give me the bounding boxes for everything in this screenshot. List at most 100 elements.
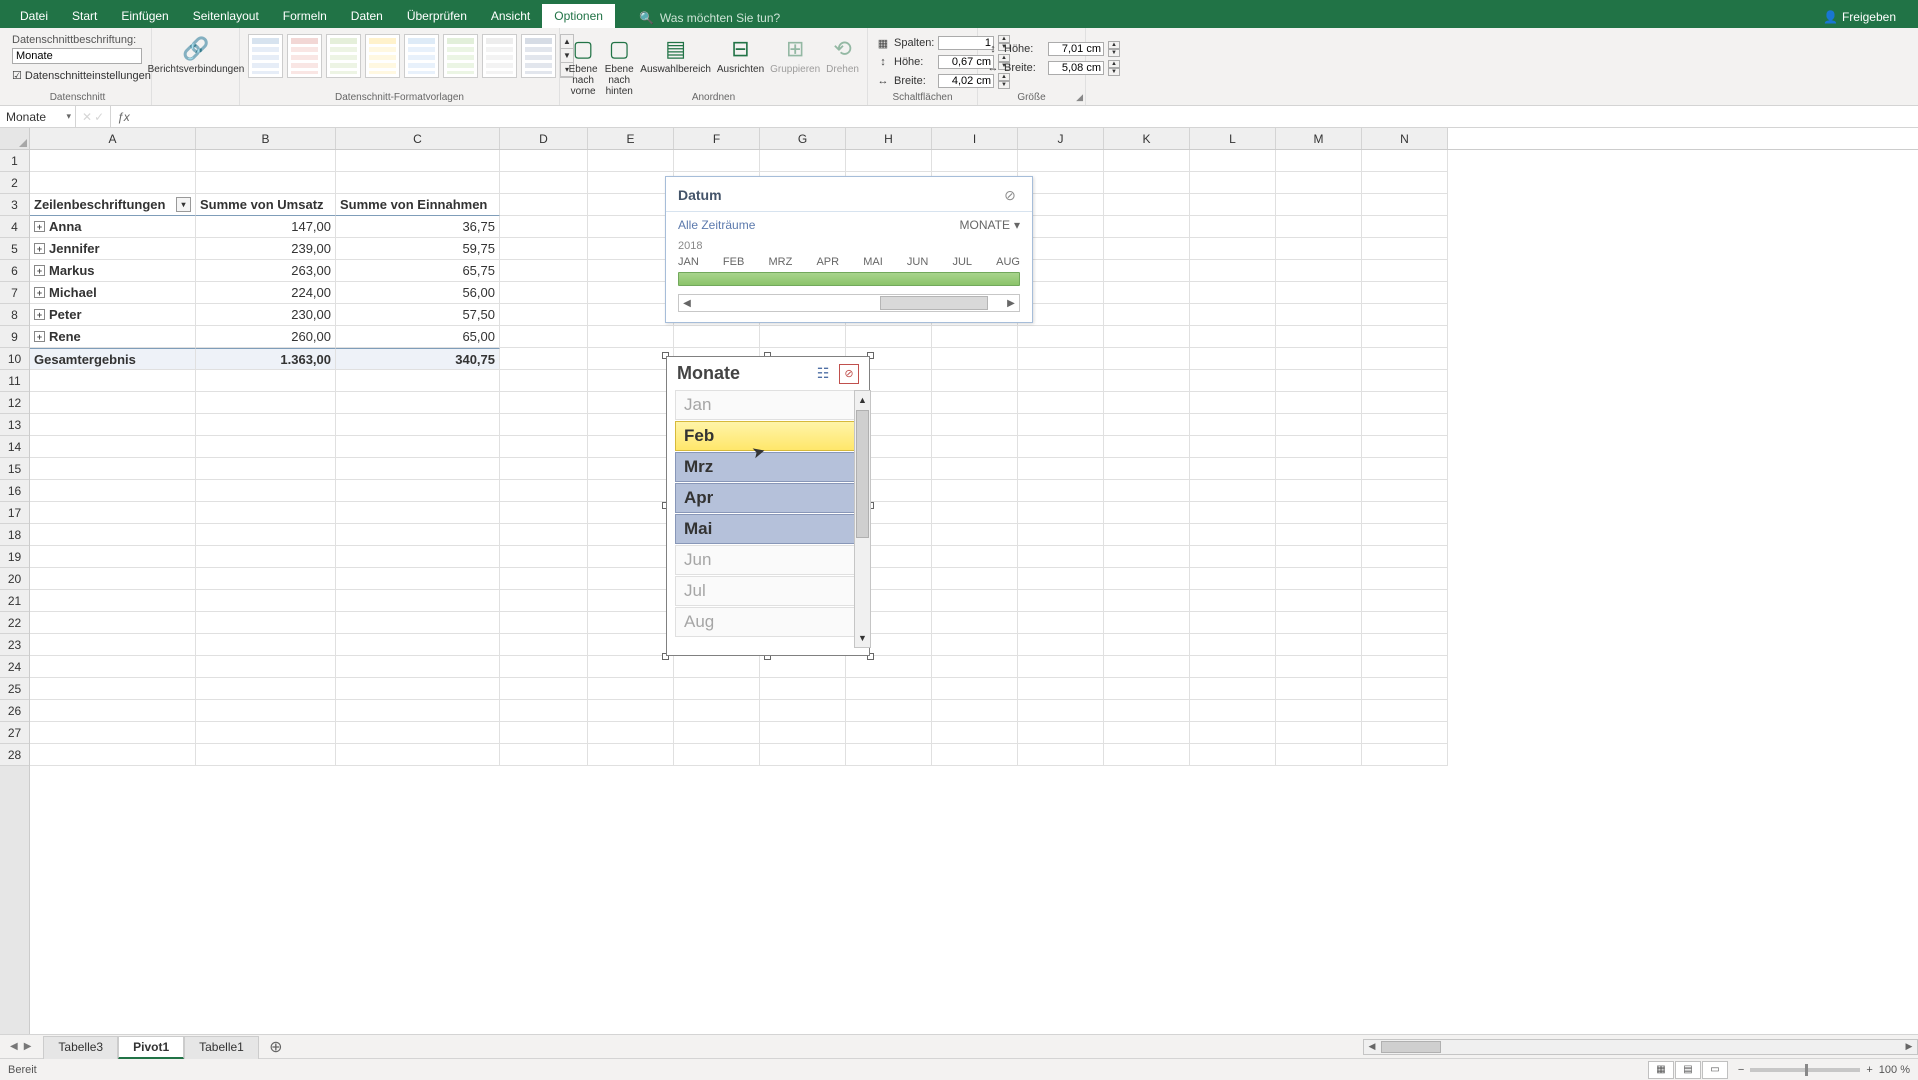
cell[interactable]: [1276, 194, 1362, 216]
cell[interactable]: [1104, 414, 1190, 436]
cell[interactable]: [1104, 370, 1190, 392]
cell[interactable]: [30, 370, 196, 392]
row-header-15[interactable]: 15: [0, 458, 29, 480]
cell[interactable]: [588, 238, 674, 260]
cell[interactable]: [1190, 150, 1276, 172]
expand-icon[interactable]: +: [34, 309, 45, 320]
cell[interactable]: [588, 590, 674, 612]
row-header-24[interactable]: 24: [0, 656, 29, 678]
cell[interactable]: [1276, 238, 1362, 260]
cell[interactable]: [932, 612, 1018, 634]
cell[interactable]: [1018, 700, 1104, 722]
slicer-width-spinner[interactable]: ▲▼: [1108, 60, 1120, 76]
cell[interactable]: [932, 348, 1018, 370]
cell[interactable]: +Peter: [30, 304, 196, 326]
cell[interactable]: [674, 326, 760, 348]
cell[interactable]: [1276, 612, 1362, 634]
row-header-19[interactable]: 19: [0, 546, 29, 568]
cell[interactable]: [196, 700, 336, 722]
cell[interactable]: [1104, 392, 1190, 414]
row-header-20[interactable]: 20: [0, 568, 29, 590]
cell[interactable]: [1362, 436, 1448, 458]
slicer-height-input[interactable]: [1048, 42, 1104, 56]
cell[interactable]: [588, 414, 674, 436]
cell[interactable]: [500, 216, 588, 238]
share-button[interactable]: 👤 Freigeben: [1813, 6, 1906, 28]
cell[interactable]: [1104, 612, 1190, 634]
cell[interactable]: [500, 612, 588, 634]
column-header-D[interactable]: D: [500, 128, 588, 149]
cell[interactable]: [760, 326, 846, 348]
cell[interactable]: [1190, 744, 1276, 766]
cell[interactable]: [588, 546, 674, 568]
timeline-scrollbar[interactable]: ◀ ▶: [678, 294, 1020, 312]
cell[interactable]: [588, 722, 674, 744]
cell[interactable]: [1190, 502, 1276, 524]
cell[interactable]: [336, 370, 500, 392]
cell[interactable]: [1276, 282, 1362, 304]
cell[interactable]: [1362, 348, 1448, 370]
cell[interactable]: [1104, 304, 1190, 326]
slicer-scrollbar[interactable]: ▲ ▼: [854, 390, 871, 648]
cell[interactable]: [500, 150, 588, 172]
cell[interactable]: [1362, 524, 1448, 546]
cell[interactable]: [1362, 590, 1448, 612]
cell[interactable]: [1018, 546, 1104, 568]
cell[interactable]: [30, 502, 196, 524]
timeline-month[interactable]: MRZ: [768, 256, 792, 268]
cell[interactable]: [932, 546, 1018, 568]
cell[interactable]: [588, 172, 674, 194]
cell[interactable]: [1276, 502, 1362, 524]
cell[interactable]: [500, 678, 588, 700]
column-header-F[interactable]: F: [674, 128, 760, 149]
cell[interactable]: [196, 634, 336, 656]
cell[interactable]: [1104, 458, 1190, 480]
cell[interactable]: [500, 326, 588, 348]
cell[interactable]: [1362, 744, 1448, 766]
row-header-27[interactable]: 27: [0, 722, 29, 744]
cell[interactable]: [932, 436, 1018, 458]
cell[interactable]: 65,75: [336, 260, 500, 282]
cell[interactable]: [1190, 524, 1276, 546]
cell[interactable]: [1362, 612, 1448, 634]
row-header-21[interactable]: 21: [0, 590, 29, 612]
row-header-12[interactable]: 12: [0, 392, 29, 414]
cell[interactable]: [336, 656, 500, 678]
cell[interactable]: [500, 656, 588, 678]
cell[interactable]: [1190, 656, 1276, 678]
cell[interactable]: [336, 568, 500, 590]
selection-pane-button[interactable]: ▤Auswahlbereich: [640, 34, 711, 75]
cell[interactable]: [1362, 370, 1448, 392]
cell[interactable]: [196, 722, 336, 744]
cell[interactable]: [336, 150, 500, 172]
cell[interactable]: [932, 678, 1018, 700]
cell[interactable]: [1104, 348, 1190, 370]
cell[interactable]: [1190, 678, 1276, 700]
page-break-view-button[interactable]: ▭: [1702, 1061, 1728, 1079]
cell[interactable]: [1018, 458, 1104, 480]
cell[interactable]: [932, 458, 1018, 480]
cell[interactable]: [30, 590, 196, 612]
cell[interactable]: [760, 700, 846, 722]
cell[interactable]: [1276, 326, 1362, 348]
slicer-style-1[interactable]: [248, 34, 283, 78]
zoom-level[interactable]: 100 %: [1879, 1064, 1910, 1076]
cell[interactable]: [500, 480, 588, 502]
slicer-style-gallery[interactable]: ▲▼▾: [248, 34, 574, 78]
cell[interactable]: [760, 722, 846, 744]
slicer-item-feb[interactable]: Feb: [675, 421, 863, 451]
cell[interactable]: [1018, 326, 1104, 348]
row-header-1[interactable]: 1: [0, 150, 29, 172]
timeline-month[interactable]: AUG: [996, 256, 1020, 268]
size-dialog-launcher[interactable]: ◢: [1076, 92, 1083, 103]
cell[interactable]: [588, 392, 674, 414]
cell[interactable]: [196, 480, 336, 502]
timeline-month[interactable]: FEB: [723, 256, 744, 268]
cell[interactable]: [1362, 392, 1448, 414]
column-header-H[interactable]: H: [846, 128, 932, 149]
cell[interactable]: [500, 590, 588, 612]
cell[interactable]: [196, 524, 336, 546]
cell[interactable]: [1362, 656, 1448, 678]
cell[interactable]: [1018, 656, 1104, 678]
cell[interactable]: [336, 722, 500, 744]
